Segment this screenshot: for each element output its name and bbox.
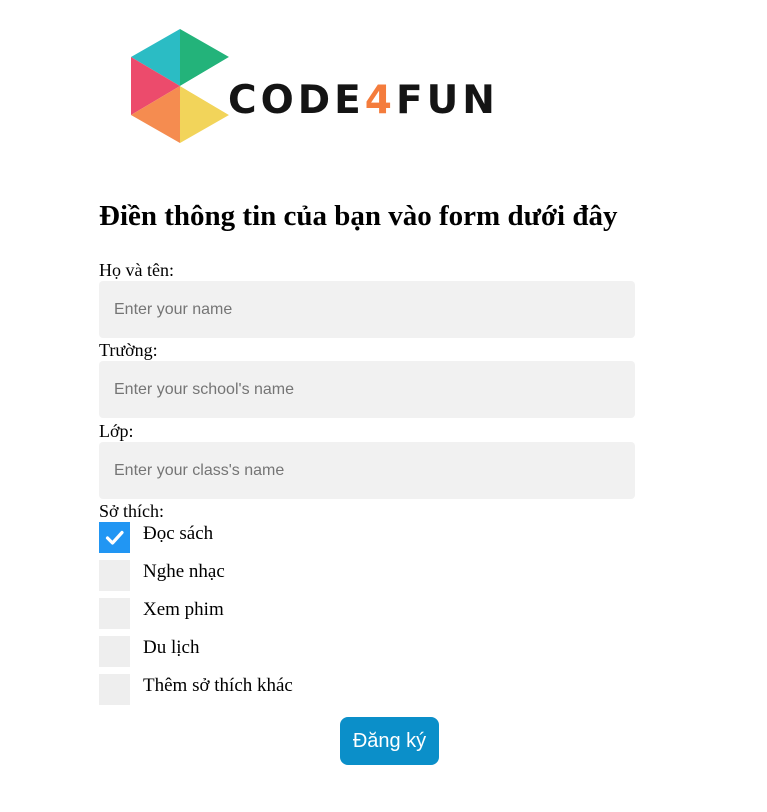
hobby-label-reading: Đọc sách [143, 522, 214, 544]
logo-text-digit: 4 [364, 78, 396, 123]
hobby-label-music: Nghe nhạc [143, 560, 225, 582]
class-label: Lớp: [99, 421, 134, 441]
hobby-checkbox-other[interactable] [99, 674, 130, 705]
hobby-label-other: Thêm sở thích khác [143, 674, 293, 696]
hobby-item-movies[interactable]: Xem phim [99, 598, 224, 629]
hobby-checkbox-movies[interactable] [99, 598, 130, 629]
checkmark-icon [105, 530, 124, 545]
hobby-item-travel[interactable]: Du lịch [99, 636, 199, 667]
school-label: Trường: [99, 340, 158, 360]
logo-text-suffix: FUN [395, 78, 499, 123]
name-input[interactable] [99, 281, 635, 338]
register-button[interactable]: Đăng ký [340, 717, 439, 765]
hexagon-logo-icon [131, 29, 229, 143]
hobby-item-music[interactable]: Nghe nhạc [99, 560, 225, 591]
hobby-label-travel: Du lịch [143, 636, 200, 658]
code4fun-logo: CODE 4 FUN [128, 28, 528, 146]
hobbies-label: Sở thích: [99, 501, 165, 521]
class-input[interactable] [99, 442, 635, 499]
hobby-item-reading[interactable]: Đọc sách [99, 522, 213, 553]
name-label: Họ và tên: [99, 260, 174, 280]
hobby-checkbox-travel[interactable] [99, 636, 130, 667]
school-input[interactable] [99, 361, 635, 418]
hobby-checkbox-music[interactable] [99, 560, 130, 591]
hobby-item-other[interactable]: Thêm sở thích khác [99, 674, 293, 705]
hobby-checkbox-reading[interactable] [99, 522, 130, 553]
form-heading: Điền thông tin của bạn vào form dưới đây [99, 200, 618, 232]
hobby-label-movies: Xem phim [143, 598, 224, 620]
logo-wordmark: CODE 4 FUN [228, 78, 499, 123]
logo-text-prefix: CODE [228, 78, 365, 123]
